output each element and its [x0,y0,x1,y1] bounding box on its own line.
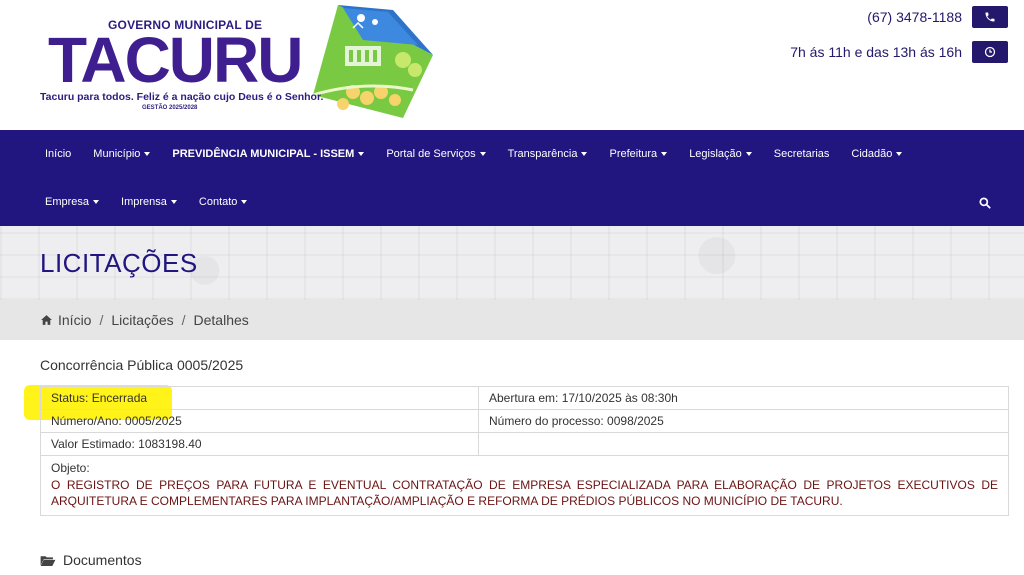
objeto-cell: Objeto: O REGISTRO DE PREÇOS PARA FUTURA… [40,455,1009,516]
caret-down-icon [479,152,486,156]
table-row: Valor Estimado: 1083198.40 [40,432,1009,456]
logo-city-name: TACURU [48,24,303,96]
caret-down-icon [170,200,177,204]
nav-item-transparencia[interactable]: Transparência [497,148,599,160]
nav-item-prefeitura[interactable]: Prefeitura [598,148,678,160]
nav-item-inicio[interactable]: Início [34,148,82,160]
breadcrumb-licitacoes[interactable]: Licitações [111,312,173,328]
documents-label: Documentos [63,552,142,568]
logo-slogan: Tacuru para todos. Feliz é a nação cujo … [40,91,324,103]
valor-estimado-cell: Valor Estimado: 1083198.40 [40,432,479,456]
nav-item-label: Município [93,148,141,160]
caret-down-icon [93,200,100,204]
nav-item-municipio[interactable]: Município [82,148,161,160]
nav-item-label: Portal de Serviços [386,148,476,160]
opening-hours: 7h ás 11h e das 13h ás 16h [790,44,962,60]
caret-down-icon [896,152,903,156]
nav-item-cidadao[interactable]: Cidadão [840,148,913,160]
nav-item-secretarias[interactable]: Secretarias [763,148,841,160]
page-title: LICITAÇÕES [40,248,198,278]
nav-row-2: Empresa Imprensa Contato [34,178,258,226]
breadcrumb: Início / Licitações / Detalhes [0,300,1024,340]
nav-row-1: Início Município PREVIDÊNCIA MUNICIPAL -… [34,130,913,178]
nav-item-label: PREVIDÊNCIA MUNICIPAL - ISSEM [172,148,355,160]
nav-item-label: Início [45,148,72,160]
nav-item-empresa[interactable]: Empresa [34,196,110,208]
caret-down-icon [241,200,248,204]
status-cell: Status: Encerrada [40,386,479,410]
site-logo[interactable]: GOVERNO MUNICIPAL DE TACURU Tacuru para … [38,4,438,124]
documents-section-header[interactable]: Documentos [40,552,142,568]
nav-item-previdencia[interactable]: PREVIDÊNCIA MUNICIPAL - ISSEM [161,148,375,160]
status-badge: Status: Encerrada [51,391,148,405]
nav-item-label: Prefeitura [609,148,658,160]
site-header: GOVERNO MUNICIPAL DE TACURU Tacuru para … [0,0,1024,130]
page-banner: LICITAÇÕES [0,226,1024,300]
caret-down-icon [144,152,151,156]
logo-landscape-icon [312,5,433,118]
nav-item-contato[interactable]: Contato [188,196,259,208]
breadcrumb-separator: / [181,312,186,328]
table-row: Número/Ano: 0005/2025 Número do processo… [40,409,1009,433]
caret-down-icon [358,152,365,156]
breadcrumb-home[interactable]: Início [58,312,91,328]
search-icon[interactable] [978,196,992,210]
logo-gestao: GESTÃO 2025/2028 [142,105,198,111]
process-title: Concorrência Pública 0005/2025 [40,357,244,373]
main-navigation: Início Município PREVIDÊNCIA MUNICIPAL -… [0,130,1024,226]
phone-icon [972,6,1008,28]
contact-hours: 7h ás 11h e das 13h ás 16h [790,41,1008,63]
numero-processo-cell: Número do processo: 0098/2025 [478,409,1009,433]
caret-down-icon [745,152,752,156]
numero-ano-cell: Número/Ano: 0005/2025 [40,409,479,433]
nav-item-imprensa[interactable]: Imprensa [110,196,188,208]
contact-phone[interactable]: (67) 3478-1188 [867,6,1008,28]
nav-item-label: Imprensa [121,196,167,208]
table-row: Status: Encerrada Abertura em: 17/10/202… [40,386,1009,410]
clock-icon [972,41,1008,63]
objeto-text: O REGISTRO DE PREÇOS PARA FUTURA E EVENT… [51,478,998,508]
nav-item-label: Cidadão [851,148,893,160]
home-icon [41,315,52,325]
process-info-table: Status: Encerrada Abertura em: 17/10/202… [40,386,1009,516]
nav-item-label: Contato [198,196,238,208]
folder-open-icon [40,555,56,566]
nav-item-label: Legislação [689,148,742,160]
phone-number: (67) 3478-1188 [867,9,962,25]
table-row: Objeto: O REGISTRO DE PREÇOS PARA FUTURA… [40,455,1009,516]
nav-item-label: Transparência [507,148,578,160]
caret-down-icon [661,152,668,156]
nav-item-portal-servicos[interactable]: Portal de Serviços [375,148,496,160]
breadcrumb-current: Detalhes [193,312,249,328]
abertura-cell: Abertura em: 17/10/2025 às 08:30h [478,386,1009,410]
caret-down-icon [581,152,588,156]
nav-item-label: Empresa [45,196,90,208]
empty-cell [478,432,1009,456]
nav-item-legislacao[interactable]: Legislação [678,148,763,160]
nav-item-label: Secretarias [773,148,830,160]
objeto-label: Objeto: [51,461,90,475]
breadcrumb-separator: / [99,312,104,328]
